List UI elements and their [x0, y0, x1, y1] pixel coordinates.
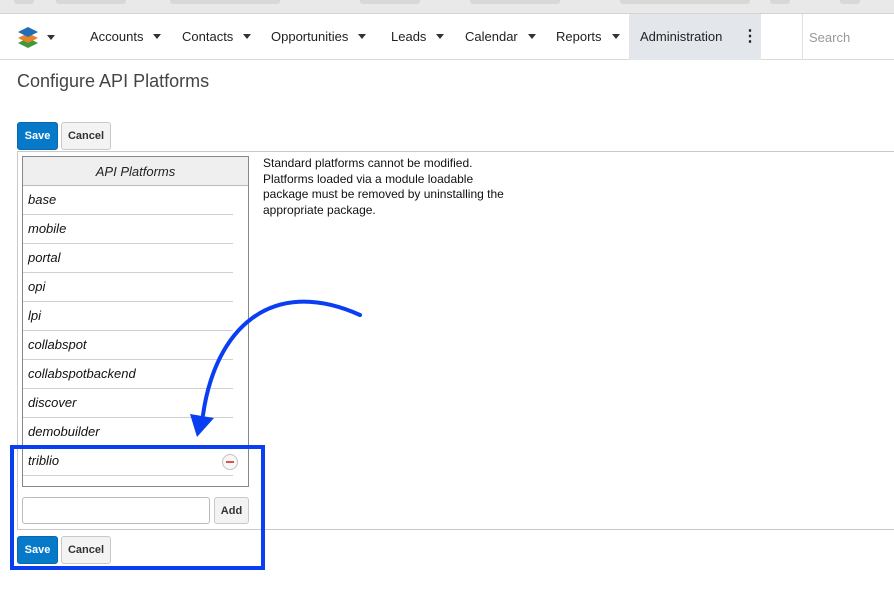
annotation-arrow-icon: [190, 299, 362, 437]
annotation-arrow-head: [190, 414, 214, 437]
annotation-arrow-curve: [201, 299, 362, 417]
